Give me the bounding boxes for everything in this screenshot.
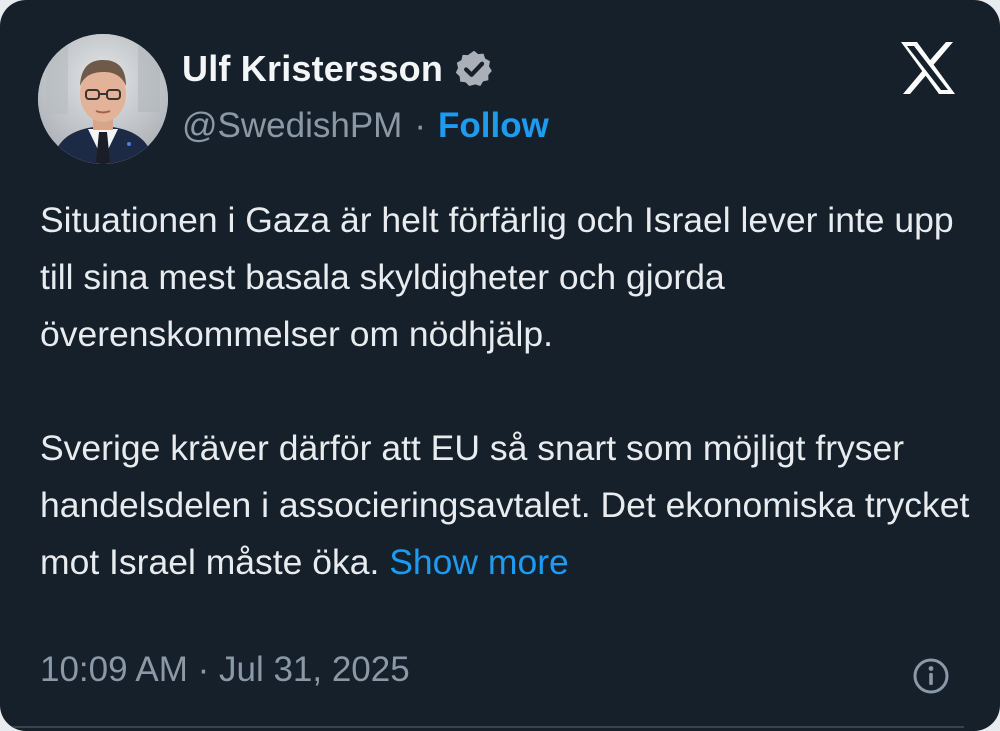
tweet-timestamp[interactable]: 10:09 AM · Jul 31, 2025 — [40, 650, 410, 690]
avatar-photo — [38, 34, 168, 164]
author-handle-row: @SwedishPM · Follow — [182, 106, 549, 146]
handle-separator: · — [414, 106, 426, 145]
avatar[interactable] — [38, 34, 168, 164]
bottom-divider — [0, 726, 964, 728]
tweet-paragraph: Situationen i Gaza är helt förfärlig och… — [40, 200, 954, 354]
tweet-paragraph: Sverige kräver därför att EU så snart so… — [40, 420, 970, 591]
x-logo-icon[interactable] — [898, 38, 958, 98]
author-name[interactable]: Ulf Kristersson — [182, 48, 443, 90]
verified-badge-icon — [455, 50, 492, 86]
author-name-row: Ulf Kristersson — [182, 48, 495, 90]
author-handle[interactable]: @SwedishPM — [182, 106, 402, 146]
follow-button[interactable]: Follow — [438, 106, 549, 146]
tweet-text: Situationen i Gaza är helt förfärlig och… — [40, 192, 970, 591]
info-icon[interactable] — [912, 657, 950, 695]
show-more-link[interactable]: Show more — [389, 542, 569, 582]
tweet-card: Ulf Kristersson @SwedishPM · Follow Situ… — [0, 0, 1000, 731]
